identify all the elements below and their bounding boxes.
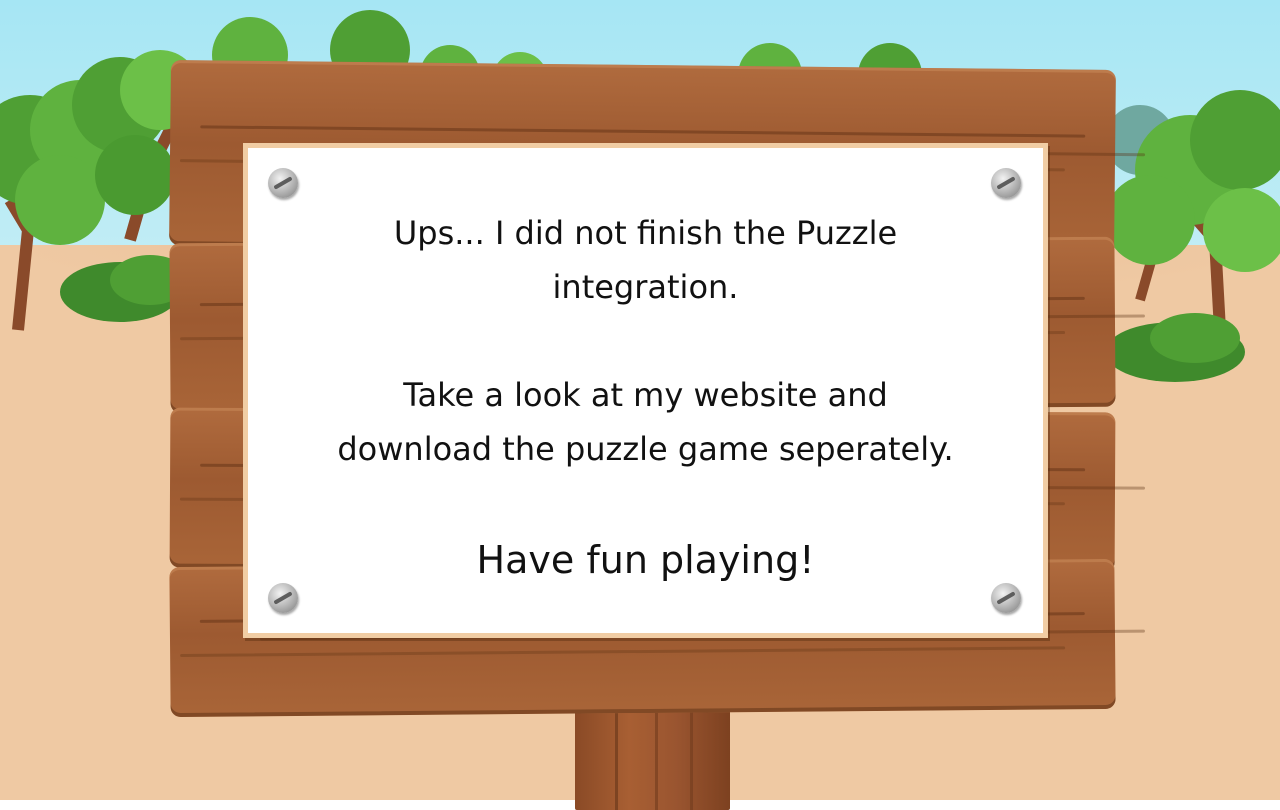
message-panel: Ups... I did not finish the Puzzle integ… [243, 143, 1048, 638]
tree-icon [1105, 90, 1280, 331]
screw-icon [991, 583, 1021, 613]
notice-line-2: integration. [552, 268, 739, 306]
website-line-1: Take a look at my website and [403, 376, 888, 414]
screw-icon [991, 168, 1021, 198]
have-fun-message: Have fun playing! [476, 538, 815, 582]
bush-icon [1105, 313, 1245, 382]
unfinished-notice: Ups... I did not finish the Puzzle integ… [248, 206, 1043, 314]
website-line-2: download the puzzle game seperately. [337, 430, 954, 468]
game-scene: Ups... I did not finish the Puzzle integ… [0, 0, 1280, 810]
screw-icon [268, 168, 298, 198]
website-notice: Take a look at my website and download t… [248, 368, 1043, 476]
screw-icon [268, 583, 298, 613]
notice-line-1: Ups... I did not finish the Puzzle [393, 214, 898, 252]
